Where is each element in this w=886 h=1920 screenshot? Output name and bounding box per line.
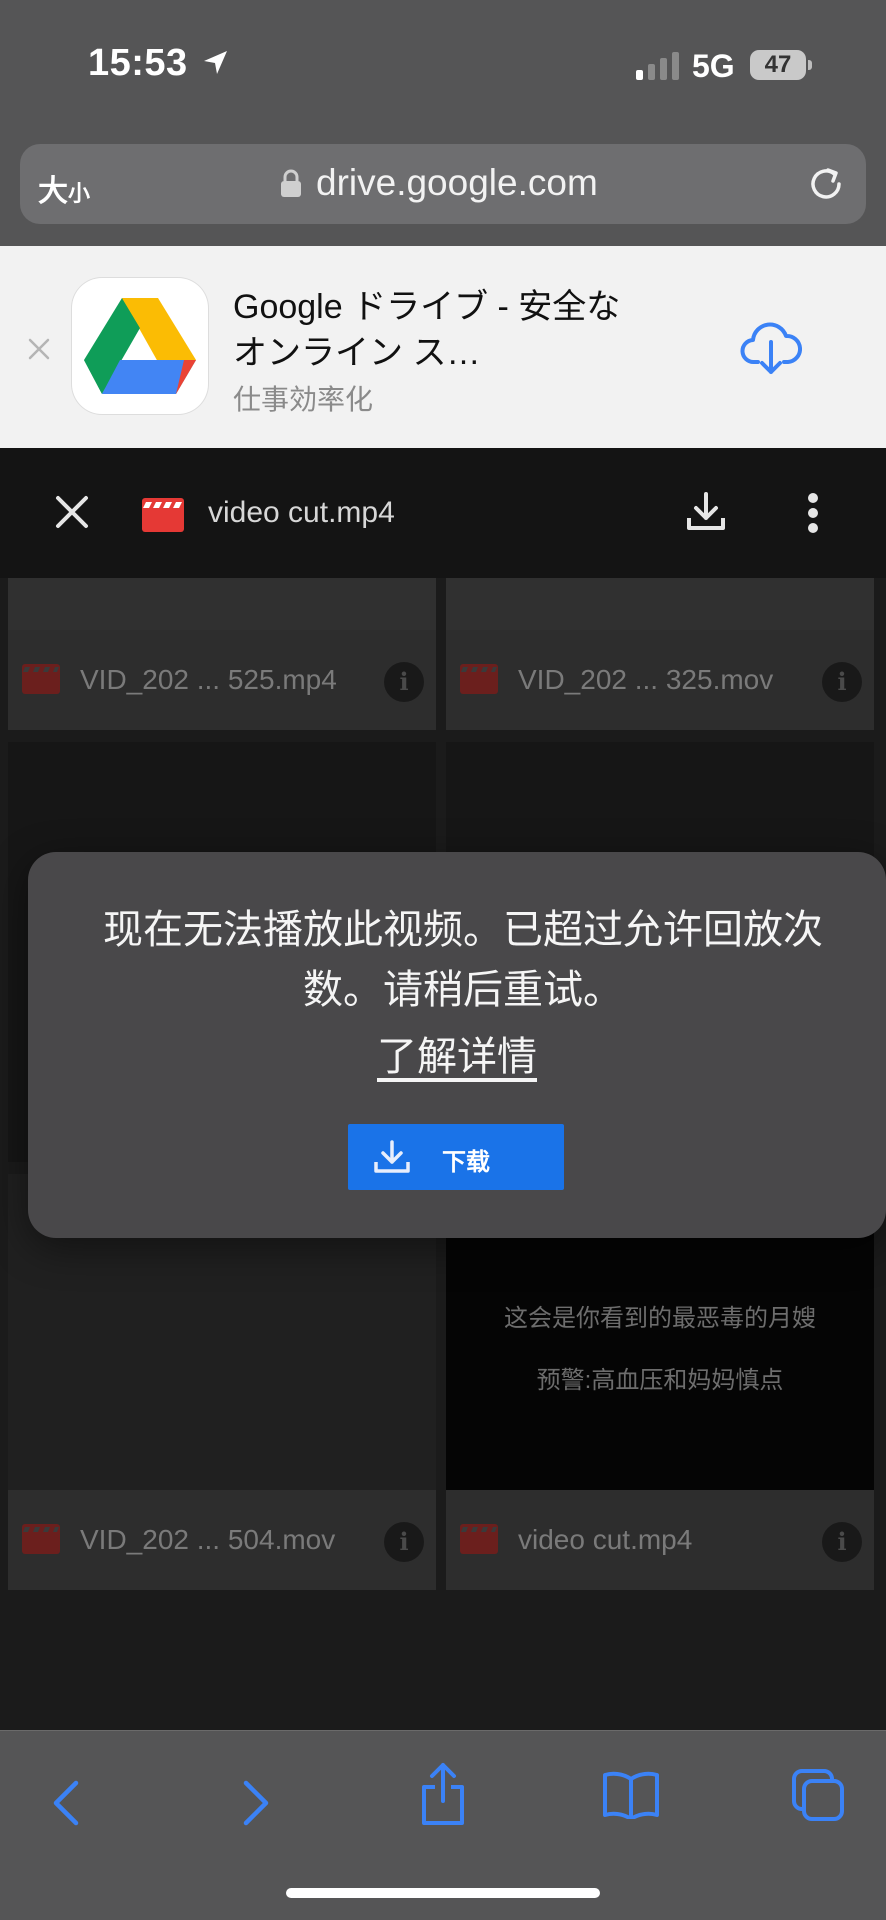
file-label: VID_202 ... 525.mp4 i xyxy=(8,630,436,730)
cellular-signal-icon xyxy=(636,52,679,80)
forward-icon[interactable] xyxy=(236,1771,276,1831)
tabs-icon[interactable] xyxy=(790,1767,846,1823)
video-file-icon xyxy=(142,498,184,532)
cloud-download-icon[interactable] xyxy=(740,318,802,380)
close-icon[interactable] xyxy=(24,334,54,364)
url-text[interactable]: drive.google.com xyxy=(316,162,598,204)
file-tile[interactable]: VID_202 ... 525.mp4 i xyxy=(8,578,436,730)
info-icon[interactable]: i xyxy=(384,1522,424,1562)
download-icon[interactable] xyxy=(686,490,726,532)
file-thumbnail xyxy=(446,578,874,630)
playback-error-dialog: 现在无法播放此视频。已超过允许回放次数。请稍后重试。 了解详情 下载 xyxy=(28,852,886,1238)
file-name: video cut.mp4 xyxy=(518,1524,693,1555)
download-button[interactable]: 下载 xyxy=(348,1124,564,1190)
file-label: VID_202 ... 504.mov i xyxy=(8,1490,436,1590)
video-file-icon xyxy=(460,1524,498,1554)
app-banner[interactable]: Google ドライブ - 安全なオンライン ス… 仕事効率化 xyxy=(0,246,886,448)
reload-icon[interactable] xyxy=(806,164,846,204)
back-icon[interactable] xyxy=(46,1771,86,1831)
lock-icon xyxy=(281,169,301,197)
video-file-icon xyxy=(22,1524,60,1554)
thumbnail-caption: 这会是你看到的最恶毒的月嫂 xyxy=(504,1305,816,1332)
battery-icon: 47 xyxy=(750,50,812,80)
error-message: 现在无法播放此视频。已超过允许回放次数。请稍后重试。 xyxy=(103,908,823,1012)
info-icon[interactable]: i xyxy=(822,662,862,702)
download-button-label: 下载 xyxy=(442,1149,490,1176)
viewer-toolbar: video cut.mp4 xyxy=(0,448,886,578)
file-tile[interactable]: VID_202 ... 325.mov i xyxy=(446,578,874,730)
file-label: VID_202 ... 325.mov i xyxy=(446,630,874,730)
learn-more-link[interactable]: 了解详情 xyxy=(377,1035,537,1079)
file-name: VID_202 ... 504.mov xyxy=(80,1524,336,1555)
app-title: Google ドライブ - 安全なオンライン ス… xyxy=(233,288,621,372)
file-name: VID_202 ... 525.mp4 xyxy=(80,664,337,695)
file-thumbnail xyxy=(8,578,436,630)
video-file-icon xyxy=(460,664,498,694)
thumbnail-caption: 预警:高血压和妈妈慎点 xyxy=(536,1367,784,1394)
share-icon[interactable] xyxy=(418,1761,468,1827)
network-type: 5G xyxy=(692,48,735,84)
status-time: 15:53 xyxy=(88,42,188,84)
app-category: 仕事効率化 xyxy=(233,384,374,415)
browser-top-bar: 15:53 5G 47 大小 drive.google.com xyxy=(0,0,886,246)
home-indicator xyxy=(286,1888,600,1898)
close-viewer-icon[interactable] xyxy=(54,494,90,530)
text-size-button[interactable]: 大小 xyxy=(38,166,90,210)
battery-level: 47 xyxy=(764,51,792,78)
more-options-icon[interactable] xyxy=(806,492,820,534)
info-icon[interactable]: i xyxy=(822,1522,862,1562)
learn-more-link-row: 了解详情 xyxy=(28,1024,886,1082)
address-bar[interactable]: 大小 drive.google.com xyxy=(20,144,866,224)
bookmarks-icon[interactable] xyxy=(602,1769,660,1819)
info-icon[interactable]: i xyxy=(384,662,424,702)
file-name: VID_202 ... 325.mov xyxy=(518,664,774,695)
viewer-file-name: video cut.mp4 xyxy=(208,496,395,529)
video-file-icon xyxy=(22,664,60,694)
file-label: video cut.mp4 i xyxy=(446,1490,874,1590)
google-drive-logo-icon xyxy=(72,278,208,414)
download-icon xyxy=(374,1140,410,1173)
location-arrow-icon xyxy=(204,51,227,74)
